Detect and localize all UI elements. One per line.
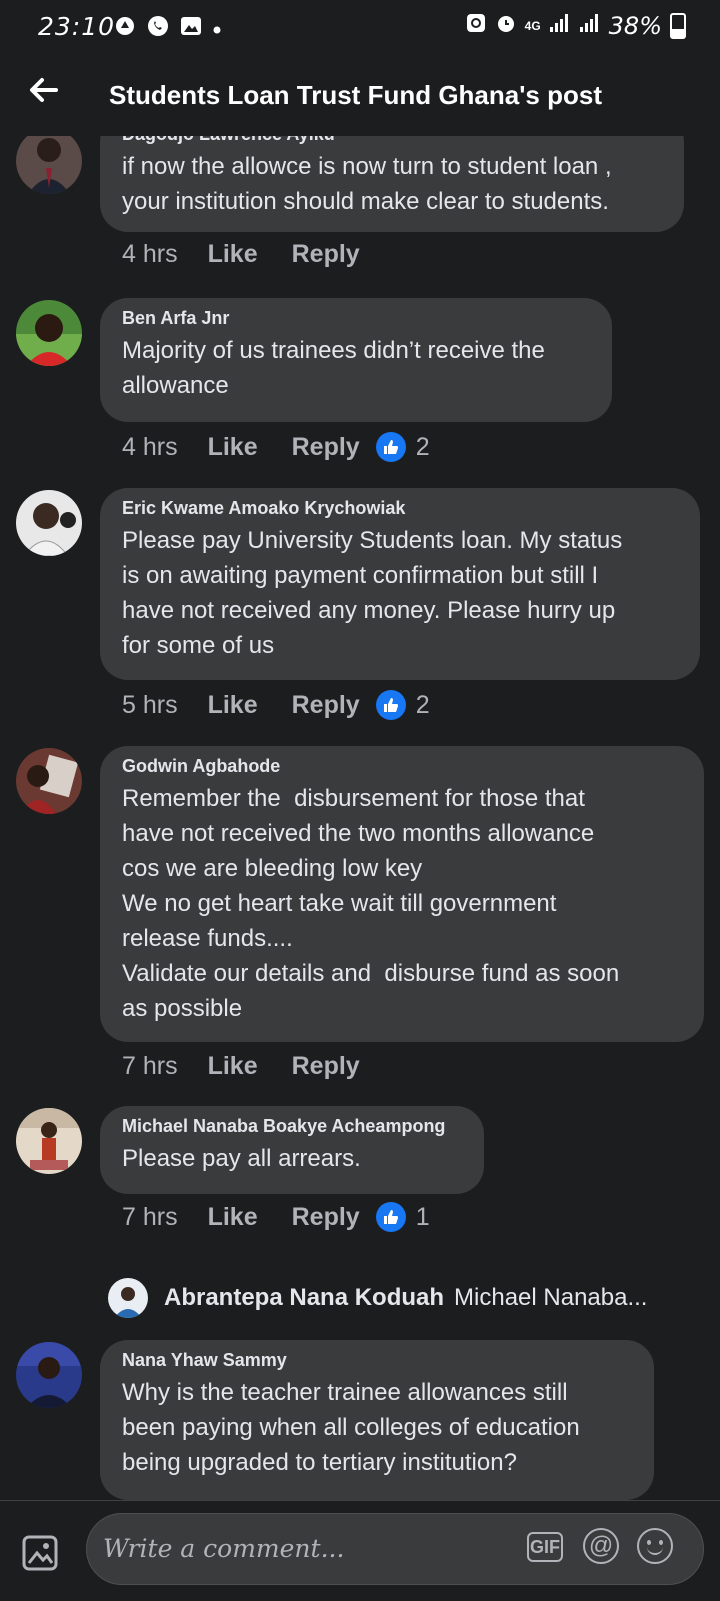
comment-author[interactable]: Michael Nanaba Boakye Acheampong: [122, 1116, 462, 1137]
mention-button[interactable]: @: [583, 1528, 619, 1564]
reaction-count[interactable]: 1: [375, 1202, 430, 1232]
photo-icon[interactable]: [20, 1531, 62, 1573]
status-time: 23:10: [38, 12, 116, 41]
comment-time[interactable]: 4 hrs: [122, 433, 178, 462]
comment-time[interactable]: 5 hrs: [122, 691, 178, 720]
reply-button[interactable]: Reply: [292, 433, 360, 462]
comment-actions: 4 hrs Like Reply 2: [122, 432, 430, 462]
comment-actions: 5 hrs Like Reply 2: [122, 690, 430, 720]
eco-icon: [465, 12, 487, 40]
like-button[interactable]: Like: [208, 691, 258, 720]
emoji-icon[interactable]: [637, 1528, 673, 1564]
reply-button[interactable]: Reply: [292, 240, 360, 269]
dot-icon: [212, 18, 222, 41]
gif-button[interactable]: GIF: [527, 1532, 563, 1562]
signal-icon: [549, 13, 571, 39]
page-title: Students Loan Trust Fund Ghana's post: [109, 80, 602, 110]
comment-actions: 4 hrs Like Reply: [122, 240, 376, 269]
avatar[interactable]: [16, 490, 82, 556]
thumbs-up-icon: [375, 432, 406, 462]
comment-author[interactable]: Nana Yhaw Sammy: [122, 1350, 632, 1371]
comment-text: Majority of us trainees didn’t receive t…: [122, 337, 545, 399]
comment-text: Please pay University Students loan. My …: [122, 527, 623, 659]
comment-bubble[interactable]: Ben Arfa Jnr Majority of us trainees did…: [100, 298, 612, 422]
comment-author[interactable]: Dagodjo Lawrence Ayiku: [122, 136, 662, 145]
whatsapp-icon: [146, 14, 170, 44]
comment-author[interactable]: Ben Arfa Jnr: [122, 308, 590, 329]
comment-bubble[interactable]: Nana Yhaw Sammy Why is the teacher train…: [100, 1340, 654, 1500]
gallery-icon: [180, 15, 202, 43]
app-header: Students Loan Trust Fund Ghana's post: [0, 56, 720, 136]
like-button[interactable]: Like: [208, 433, 258, 462]
reaction-count[interactable]: 2: [375, 690, 430, 720]
thumbs-up-icon: [375, 1202, 406, 1232]
reply-button[interactable]: Reply: [292, 691, 360, 720]
comment-text: Remember the disbursement for those that…: [122, 785, 620, 1022]
status-bar: 23:10 4G 38%: [0, 0, 720, 56]
comment-placeholder: Write a comment...: [103, 1534, 345, 1563]
system-indicators: 4G 38%: [465, 12, 686, 40]
battery-icon: [670, 13, 686, 39]
reply-author[interactable]: Abrantepa Nana Koduah: [164, 1284, 444, 1312]
comment-bubble[interactable]: Michael Nanaba Boakye Acheampong Please …: [100, 1106, 484, 1194]
comments-list[interactable]: Dagodjo Lawrence Ayiku if now the allowc…: [0, 136, 720, 1500]
like-button[interactable]: Like: [208, 1052, 258, 1081]
comment-time[interactable]: 7 hrs: [122, 1052, 178, 1081]
back-arrow-icon[interactable]: [26, 72, 62, 108]
avatar[interactable]: [16, 136, 82, 194]
comment-text: Please pay all arrears.: [122, 1145, 361, 1172]
signal-icon-2: [579, 13, 601, 39]
avatar[interactable]: [16, 300, 82, 366]
comment-author[interactable]: Godwin Agbahode: [122, 756, 682, 777]
comment-time[interactable]: 4 hrs: [122, 240, 178, 269]
alarm-icon: [495, 12, 517, 40]
avatar[interactable]: [108, 1278, 148, 1318]
comment-time[interactable]: 7 hrs: [122, 1203, 178, 1232]
notification-app-icon: [114, 15, 136, 43]
reply-button[interactable]: Reply: [292, 1052, 360, 1081]
comment-bubble[interactable]: Dagodjo Lawrence Ayiku if now the allowc…: [100, 136, 684, 232]
avatar[interactable]: [16, 1108, 82, 1174]
comment-input[interactable]: Write a comment... GIF @: [86, 1513, 704, 1585]
avatar[interactable]: [16, 1342, 82, 1408]
network-type: 4G: [524, 19, 541, 33]
reaction-number: 2: [415, 432, 430, 461]
avatar[interactable]: [16, 748, 82, 814]
comment-bubble[interactable]: Eric Kwame Amoako Krychowiak Please pay …: [100, 488, 700, 680]
reply-text: Michael Nanaba...: [454, 1284, 648, 1311]
reaction-number: 2: [415, 690, 430, 719]
like-button[interactable]: Like: [208, 240, 258, 269]
comment-actions: 7 hrs Like Reply: [122, 1052, 376, 1081]
like-button[interactable]: Like: [208, 1203, 258, 1232]
battery-percent: 38%: [608, 12, 662, 40]
reply-button[interactable]: Reply: [292, 1203, 360, 1232]
comment-composer: Write a comment... GIF @: [0, 1500, 720, 1601]
comment-text: Why is the teacher trainee allowances st…: [122, 1379, 580, 1476]
comment-author[interactable]: Eric Kwame Amoako Krychowiak: [122, 498, 678, 519]
comment-text: if now the allowce is now turn to studen…: [122, 153, 612, 215]
reaction-count[interactable]: 2: [375, 432, 430, 462]
thumbs-up-icon: [375, 690, 406, 720]
reaction-number: 1: [415, 1202, 430, 1231]
notification-icons: [114, 14, 222, 44]
comment-bubble[interactable]: Godwin Agbahode Remember the disbursemen…: [100, 746, 704, 1042]
reply-preview[interactable]: Abrantepa Nana Koduah Michael Nanaba...: [108, 1278, 647, 1318]
comment-actions: 7 hrs Like Reply 1: [122, 1202, 430, 1232]
